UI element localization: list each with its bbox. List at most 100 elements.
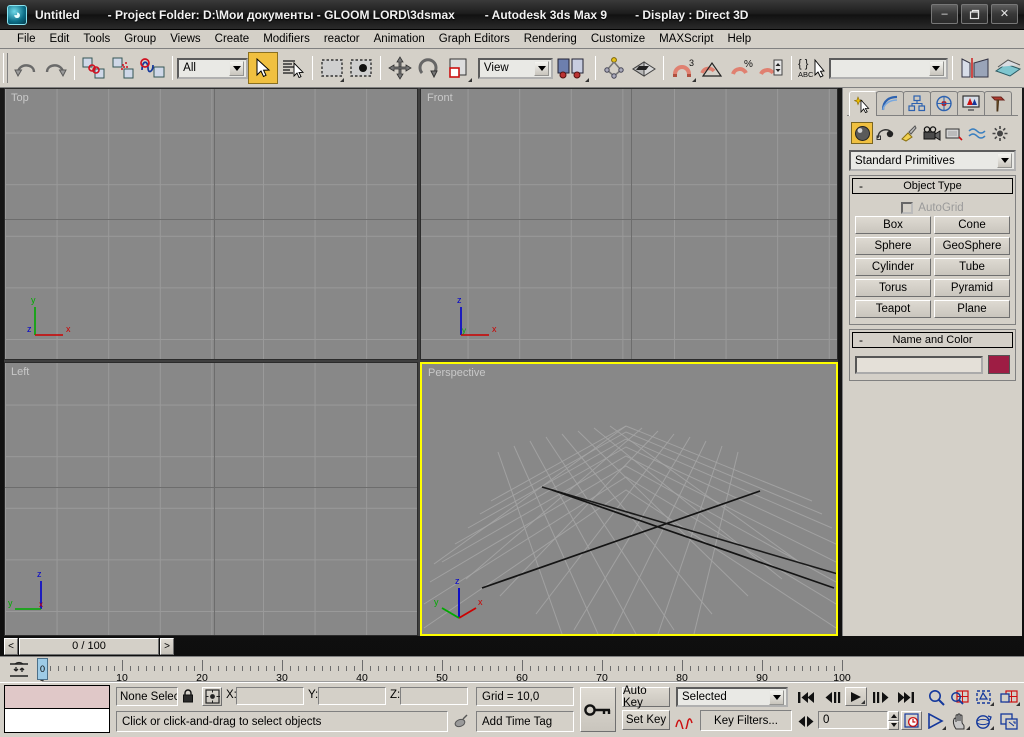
menu-help[interactable]: Help (720, 32, 758, 46)
maxscript-listener-input[interactable] (5, 709, 109, 732)
named-selection-sets-icon[interactable]: { } ABC (796, 52, 830, 84)
menu-animation[interactable]: Animation (367, 32, 432, 46)
zoom-extents-all-icon[interactable] (997, 687, 1021, 707)
create-torus-button[interactable]: Torus (855, 279, 931, 297)
next-frame-icon[interactable] (869, 688, 891, 706)
viewport-front[interactable]: Front z x y (420, 88, 838, 360)
light-icon[interactable] (897, 122, 919, 144)
select-and-rotate-icon[interactable] (415, 52, 445, 84)
rollout-header-object-type[interactable]: - Object Type (852, 178, 1013, 194)
open-mini-curve-editor-icon[interactable] (6, 660, 32, 680)
selection-filter-combo[interactable]: All (177, 57, 249, 79)
motion-tab[interactable] (930, 91, 958, 115)
time-configuration-icon[interactable] (901, 711, 922, 730)
viewport-left[interactable]: Left z y x (4, 362, 418, 636)
coord-x-input[interactable] (236, 687, 304, 705)
select-and-uniform-scale-icon[interactable] (444, 52, 474, 84)
collapse-toggle-icon[interactable]: - (859, 334, 863, 346)
add-time-tag-button[interactable]: Add Time Tag (476, 711, 574, 732)
viewport-perspective[interactable]: Perspective z x y (420, 362, 838, 636)
align-icon[interactable] (600, 52, 630, 84)
current-frame-input[interactable]: 0 (818, 711, 888, 729)
spinner-snap-toggle-icon[interactable] (757, 52, 787, 84)
zoom-all-icon[interactable] (949, 687, 971, 707)
arc-rotate-icon[interactable] (973, 711, 995, 731)
chevron-down-icon[interactable] (997, 153, 1012, 168)
chevron-down-icon[interactable] (229, 60, 245, 76)
communication-center-icon[interactable] (452, 713, 470, 730)
window-crossing-icon[interactable] (346, 52, 376, 84)
maxscript-listener-output[interactable] (5, 686, 109, 709)
redo-icon[interactable] (41, 52, 71, 84)
object-name-input[interactable] (855, 355, 983, 374)
sphere-icon[interactable] (851, 122, 873, 144)
undo-icon[interactable] (11, 52, 41, 84)
next-frame-button[interactable]: > (160, 637, 174, 655)
create-tube-button[interactable]: Tube (934, 258, 1010, 276)
unlink-selection-icon[interactable] (109, 52, 139, 84)
toolbar-grip[interactable] (3, 53, 8, 83)
current-frame-spinner[interactable] (888, 711, 899, 730)
use-pivot-point-center-icon[interactable] (553, 52, 591, 84)
key-filters-button[interactable]: Key Filters... (700, 710, 792, 731)
previous-frame-icon[interactable] (823, 688, 845, 706)
menu-group[interactable]: Group (117, 32, 163, 46)
go-to-end-icon[interactable] (895, 688, 917, 706)
named-selection-combo[interactable] (829, 57, 948, 79)
play-animation-icon[interactable] (845, 687, 867, 706)
select-and-link-icon[interactable] (79, 52, 109, 84)
material-editor-icon[interactable] (992, 52, 1024, 84)
helper-icon[interactable] (943, 122, 965, 144)
percent-snap-toggle-icon[interactable]: % (727, 52, 757, 84)
time-slider[interactable]: < 0 / 100 > (4, 637, 174, 655)
reference-coordinate-combo[interactable]: View (477, 57, 554, 79)
timeline-ruler[interactable]: 0102030405060708090100 (39, 658, 851, 684)
maximize-button[interactable] (961, 4, 988, 24)
menu-views[interactable]: Views (163, 32, 207, 46)
coord-z-input[interactable] (400, 687, 468, 705)
key-mode-toggle-icon[interactable] (580, 687, 616, 732)
camera-icon[interactable] (920, 122, 942, 144)
absolute-relative-transform-icon[interactable] (202, 687, 222, 706)
field-of-view-icon[interactable] (925, 711, 947, 731)
select-and-move-icon[interactable] (385, 52, 415, 84)
lock-selection-icon[interactable] (180, 688, 196, 705)
bind-to-space-warp-icon[interactable] (139, 52, 169, 84)
create-teapot-button[interactable]: Teapot (855, 300, 931, 318)
create-box-button[interactable]: Box (855, 216, 931, 234)
chevron-down-icon[interactable] (928, 60, 944, 76)
key-mode-toggle-playback-icon[interactable] (795, 712, 817, 730)
create-cone-button[interactable]: Cone (934, 216, 1010, 234)
previous-frame-button[interactable]: < (4, 637, 18, 655)
menu-rendering[interactable]: Rendering (517, 32, 584, 46)
chevron-down-icon[interactable] (534, 60, 550, 76)
viewport-top[interactable]: Top y x z (4, 88, 418, 360)
menu-graph-editors[interactable]: Graph Editors (432, 32, 517, 46)
set-key-filters-curve-icon[interactable] (674, 711, 694, 730)
create-pyramid-button[interactable]: Pyramid (934, 279, 1010, 297)
autogrid-row[interactable]: AutoGrid (855, 199, 1010, 216)
menu-tools[interactable]: Tools (76, 32, 117, 46)
object-color-swatch[interactable] (988, 355, 1010, 374)
maxscript-mini-listener[interactable] (4, 685, 110, 733)
menu-reactor[interactable]: reactor (317, 32, 367, 46)
display-tab[interactable] (957, 91, 985, 115)
go-to-start-icon[interactable] (795, 688, 817, 706)
utilities-tab[interactable] (984, 91, 1012, 115)
rollout-header-name-and-color[interactable]: - Name and Color (852, 332, 1013, 348)
pan-view-icon[interactable] (949, 711, 971, 731)
shapes-icon[interactable] (874, 122, 896, 144)
layer-manager-icon[interactable] (629, 52, 659, 84)
auto-key-button[interactable]: Auto Key (622, 685, 670, 709)
modify-tab[interactable] (876, 91, 904, 115)
maximize-viewport-toggle-icon[interactable] (997, 711, 1021, 731)
zoom-icon[interactable] (925, 687, 947, 707)
select-by-name-icon[interactable] (278, 52, 308, 84)
chevron-down-icon[interactable] (769, 690, 784, 705)
create-plane-button[interactable]: Plane (934, 300, 1010, 318)
menu-edit[interactable]: Edit (43, 32, 77, 46)
set-key-button[interactable]: Set Key (622, 710, 670, 730)
wave-icon[interactable] (966, 122, 988, 144)
autogrid-checkbox[interactable] (901, 201, 914, 214)
coord-y-input[interactable] (318, 687, 386, 705)
